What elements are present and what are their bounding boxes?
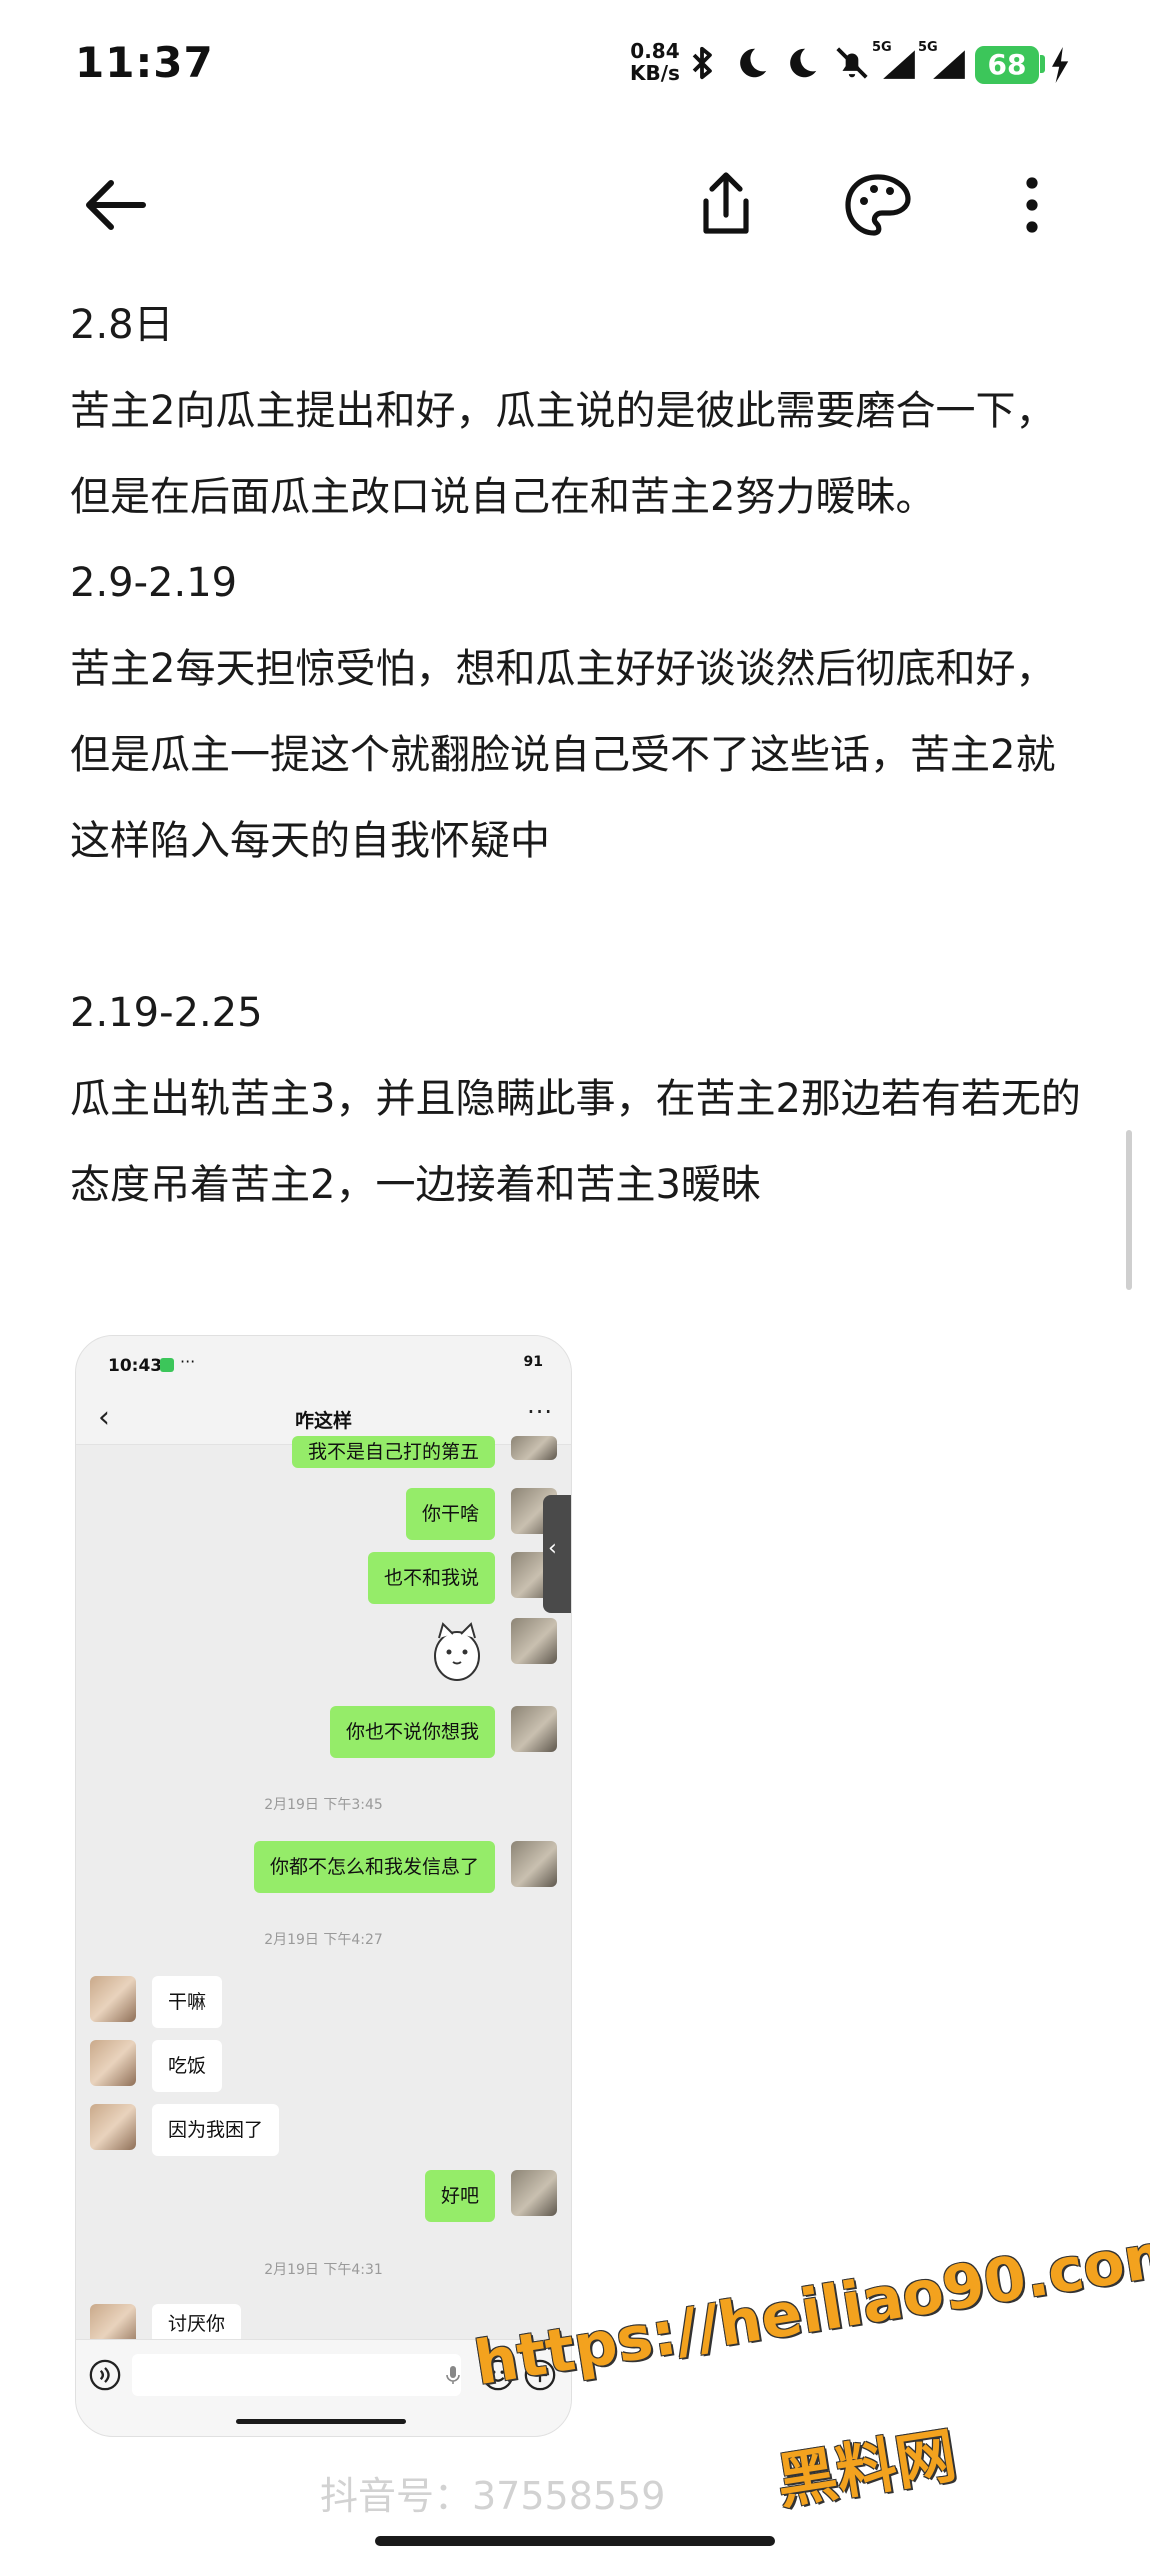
chat-bubble: 讨厌你 [152,2304,242,2344]
network-speed-value: 0.84 [630,39,680,63]
chat-app-icon [160,1358,174,1372]
article-paragraph: 2.8日 [70,302,174,348]
article-blank-line [70,884,1090,970]
chat-bubble: 你干啥 [405,1488,495,1540]
network-speed: 0.84 KB/s [630,40,680,84]
signal-label-2: 5G [918,40,938,55]
charging-icon [1052,47,1069,83]
chat-bubble: 你也不说你想我 [329,1706,495,1758]
bell-muted-icon [836,47,868,79]
scrollbar[interactable] [1126,1130,1132,1290]
chat-home-indicator [236,2419,406,2424]
status-time: 11:37 [75,38,214,87]
mic-icon [446,2366,460,2384]
share-button[interactable] [686,165,766,245]
chat-status-dots: ··· [180,1352,196,1371]
chat-bubble: 因为我困了 [152,2104,280,2156]
avatar-me [511,1618,557,1664]
article-paragraph: 苦主2每天担惊受怕，想和瓜主好好谈谈然后彻底和好，但是瓜主一提这个就翻脸说自己受… [70,646,1056,864]
chat-status-time: 10:43 [108,1356,163,1376]
bluetooth-icon [692,46,712,80]
network-speed-unit: KB/s [630,61,680,85]
article-paragraph: 苦主2向瓜主提出和好，瓜主说的是彼此需要磨合一下，但是在后面瓜主改口说自己在和苦… [70,388,1056,520]
avatar-other [90,1976,136,2022]
battery-level: 68 [975,46,1039,84]
chat-timestamp: 2月19日 下午4:31 [264,2262,383,2278]
theme-button[interactable] [838,165,918,245]
battery-cap [1040,55,1045,73]
chat-text-field [132,2354,461,2396]
chat-bubble: 好吧 [424,2170,495,2222]
moon-icon-2 [790,48,817,78]
chevron-left-icon: ‹ [548,1536,557,1561]
chat-title: 咋这样 [294,1410,352,1432]
avatar-other [90,2104,136,2150]
chat-timestamp: 2月19日 下午3:45 [264,1797,383,1813]
chat-timestamp: 2月19日 下午4:27 [264,1932,383,1948]
chat-bubble: 吃饭 [152,2040,223,2092]
signal-label: 5G [872,40,892,55]
avatar-me [511,2170,557,2216]
article-paragraph: 瓜主出轨苦主3，并且隐瞒此事，在苦主2那边若有若无的态度吊着苦主2，一边接着和苦… [70,1076,1081,1208]
avatar-me [511,1841,557,1887]
article-paragraph: 2.9-2.19 [70,560,238,606]
avatar-other [90,2040,136,2086]
site-watermark: https://heiliao90.com [470,2217,1150,2400]
chat-bubble: 你都不怎么和我发信息了 [253,1841,495,1893]
chat-screenshot-image: 10:43 ··· 91 ‹ 咋这样 ··· 我不是自己打的第五 你干啥 也不和… [75,1335,572,2437]
chat-status-bar: 10:43 ··· 91 [76,1336,571,1392]
avatar-me [511,1436,557,1460]
chat-bubble-partial: 我不是自己打的第五 [291,1436,495,1468]
avatar-me [511,1706,557,1752]
douyin-watermark: 抖音号：37558559 [320,2474,666,2518]
voice-icon [89,2359,121,2391]
chat-status-battery: 91 [523,1354,543,1370]
chat-bubble: 干嘛 [152,1976,223,2028]
chat-bubble: 也不和我说 [367,1552,495,1604]
article-body: 2.8日 苦主2向瓜主提出和好，瓜主说的是彼此需要磨合一下，但是在后面瓜主改口说… [70,282,1090,1228]
more-button[interactable] [992,165,1072,245]
site-name-watermark: 黑料网 [772,2420,961,2518]
back-button[interactable] [75,165,155,245]
home-indicator[interactable] [375,2536,775,2546]
chat-more-icon: ··· [527,1398,553,1426]
moon-icon [740,48,767,78]
cat-sticker-icon [434,1622,480,1681]
article-paragraph: 2.19-2.25 [70,990,263,1036]
